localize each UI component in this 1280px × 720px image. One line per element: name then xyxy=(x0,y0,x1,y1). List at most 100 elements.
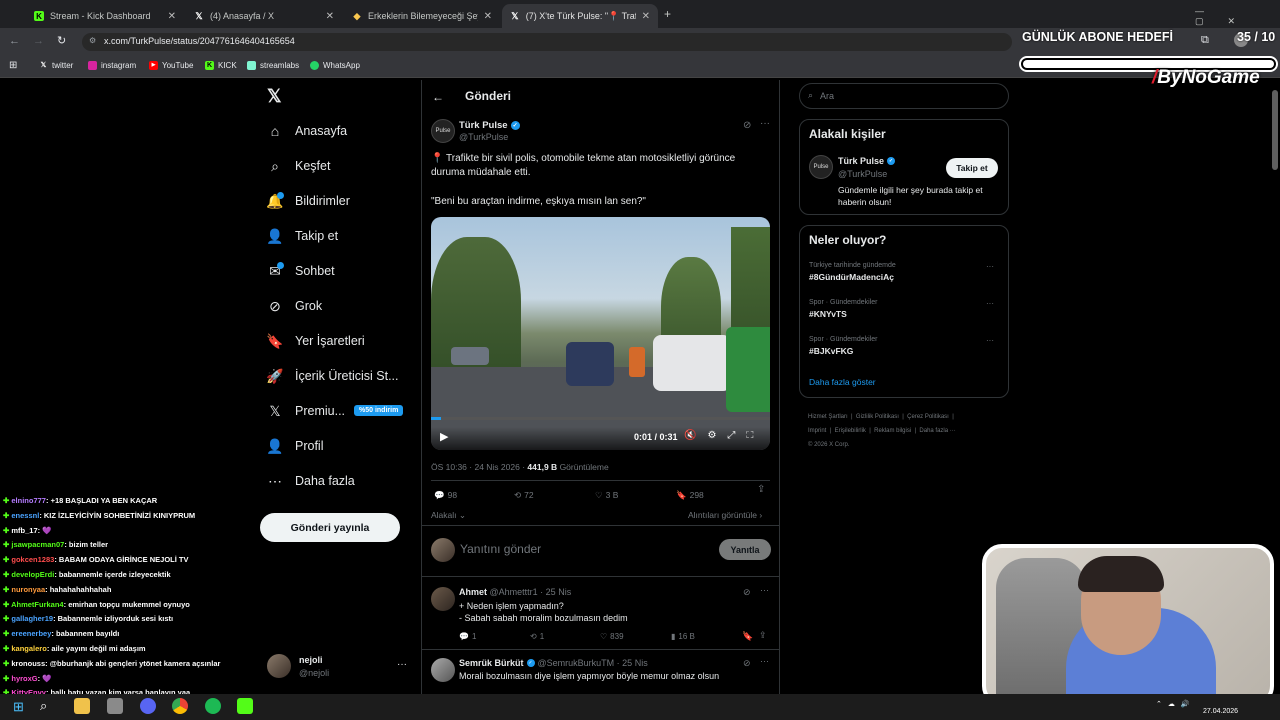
reply-avatar[interactable] xyxy=(431,587,455,611)
chat-username[interactable]: gokcen1283 xyxy=(11,555,54,564)
trend-item[interactable]: Türkiye tarihinde gündemde #8GündürMaden… xyxy=(809,262,999,282)
reload-icon[interactable]: ↻ xyxy=(57,34,66,47)
back-icon[interactable]: ← xyxy=(9,35,20,47)
play-icon[interactable]: ▶ xyxy=(440,430,448,443)
close-icon[interactable]: ✕ xyxy=(168,11,176,22)
x-logo-icon[interactable]: 𝕏 xyxy=(267,86,282,107)
window-controls[interactable]: —▢✕ xyxy=(1195,6,1280,27)
share-icon[interactable]: ⇪ xyxy=(759,630,767,641)
reply-input[interactable]: Yanıtını gönder xyxy=(460,542,541,556)
author-name[interactable]: Türk Pulse ✓ xyxy=(459,120,520,131)
sidebar-item-search[interactable]: ⌕ Keşfet xyxy=(267,158,330,174)
more-options-icon[interactable]: ··· xyxy=(986,336,994,345)
chat-username[interactable]: jsawpacman07 xyxy=(11,540,64,549)
grok-icon[interactable]: ⊘ xyxy=(743,120,751,131)
back-arrow-icon[interactable]: ← xyxy=(432,90,444,104)
chat-username[interactable]: AhmetFurkan4 xyxy=(11,600,64,609)
video-control-icons[interactable]: 🔇⚙⤢⛶ xyxy=(684,430,764,441)
chat-username[interactable]: kronouss xyxy=(11,659,45,668)
sidebar-item-user[interactable]: 👤 Profil xyxy=(266,438,323,454)
close-icon[interactable]: ✕ xyxy=(326,11,334,22)
more-options-icon[interactable]: ··· xyxy=(760,118,770,129)
show-more-link[interactable]: Daha fazla göster xyxy=(809,377,876,387)
video-scrubber[interactable] xyxy=(431,417,770,420)
apps-grid-icon[interactable]: ⊞ xyxy=(9,60,17,71)
sidebar-item-more[interactable]: ⋯ Daha fazla xyxy=(267,473,355,489)
grok-icon[interactable]: ⊘ xyxy=(743,658,751,669)
chat-username[interactable]: mfb_17 xyxy=(11,526,37,535)
bookmark-whatsapp[interactable]: WhatsApp xyxy=(310,61,360,70)
video-player[interactable]: ▶ 0:01 / 0:31 🔇⚙⤢⛶ xyxy=(431,217,770,450)
related-name[interactable]: Türk Pulse ✓ xyxy=(838,156,896,166)
app-icon[interactable] xyxy=(107,698,123,714)
sidebar-item-x-logo[interactable]: 𝕏 Premiu... xyxy=(267,403,345,419)
scrollbar[interactable] xyxy=(1272,90,1278,170)
bookmark-streamlabs[interactable]: streamlabs xyxy=(247,61,299,70)
reply-button[interactable]: Yanıtla xyxy=(719,539,771,560)
view-quotes-link[interactable]: Alıntıları görüntüle › xyxy=(688,510,762,520)
more-options-icon[interactable]: ··· xyxy=(760,656,769,666)
new-tab-button[interactable]: + xyxy=(664,7,671,21)
windows-start-icon[interactable]: ⊞ xyxy=(13,699,24,715)
trend-item[interactable]: Spor · Gündemdekiler #KNYvTS ··· xyxy=(809,299,999,319)
chat-username[interactable]: enessnl xyxy=(11,511,39,520)
url-bar[interactable]: ⚙ x.com/TurkPulse/status/204776164640416… xyxy=(82,33,1012,51)
relevant-sort-button[interactable]: Alakalı ⌄ xyxy=(431,510,466,521)
kick-app-icon[interactable] xyxy=(237,698,253,714)
chat-username[interactable]: gallagher19 xyxy=(11,614,53,623)
search-icon[interactable]: ⌕ xyxy=(40,698,47,714)
chat-username[interactable]: ereenerbey xyxy=(11,629,51,638)
reply-reposts-button[interactable]: ⟲ 1 xyxy=(530,632,544,641)
account-menu-icon[interactable]: ··· xyxy=(397,659,407,670)
chrome-icon[interactable] xyxy=(172,698,188,714)
bookmark-count-button[interactable]: 🔖 298 xyxy=(676,490,704,501)
file-explorer-icon[interactable] xyxy=(74,698,90,714)
like-count-button[interactable]: ♡ 3 B xyxy=(595,490,618,501)
bookmark-instagram[interactable]: instagram xyxy=(88,61,136,70)
close-icon[interactable]: ✕ xyxy=(484,11,492,22)
reply-count-button[interactable]: 💬 98 xyxy=(434,490,457,501)
trend-item[interactable]: Spor · Gündemdekiler #BJKvFKG ··· xyxy=(809,336,999,356)
more-options-icon[interactable]: ··· xyxy=(986,262,994,271)
bookmark-icon[interactable]: 🔖 xyxy=(742,631,753,642)
tab-turk-pulse[interactable]: 𝕏 (7) X'te Türk Pulse: "📍 Trafikte b ✕ xyxy=(502,4,658,28)
extensions-icon[interactable]: ⧉ xyxy=(1201,34,1209,47)
search-input[interactable]: ⌕ Ara xyxy=(799,83,1009,109)
more-options-icon[interactable]: ··· xyxy=(986,299,994,308)
grok-icon[interactable]: ⊘ xyxy=(743,587,751,598)
spotify-icon[interactable] xyxy=(205,698,221,714)
bookmark-kick[interactable]: K KICK xyxy=(205,61,237,70)
chat-username[interactable]: hyroxG xyxy=(11,674,37,683)
account-avatar[interactable] xyxy=(267,654,291,678)
chat-username[interactable]: nuronyaa xyxy=(11,585,45,594)
system-tray-icons[interactable]: ⌃☁🔊 xyxy=(1156,700,1196,708)
site-info-icon[interactable]: ⚙ xyxy=(89,36,96,45)
discord-icon[interactable] xyxy=(140,698,156,714)
chat-username[interactable]: kangalero xyxy=(11,644,46,653)
bookmark-youtube[interactable]: ▶ YouTube xyxy=(149,61,193,70)
share-icon[interactable]: ⇪ xyxy=(757,484,765,495)
sidebar-item-grok[interactable]: ⊘ Grok xyxy=(267,298,322,314)
author-avatar[interactable]: Pulse xyxy=(431,119,455,143)
sidebar-item-bookmark[interactable]: 🔖 Yer İşaretleri xyxy=(266,333,364,349)
close-icon[interactable]: ✕ xyxy=(642,11,650,22)
chat-username[interactable]: developErdi xyxy=(11,570,54,579)
reply-replies-button[interactable]: 💬 1 xyxy=(459,632,476,641)
reply-likes-button[interactable]: ♡ 839 xyxy=(600,632,624,641)
reply-views-button[interactable]: ▮ 16 B xyxy=(671,632,695,641)
chat-username[interactable]: elnino777 xyxy=(11,496,46,505)
sidebar-item-follow[interactable]: 👤 Takip et xyxy=(266,228,338,244)
bookmark-twitter[interactable]: 𝕏twitter xyxy=(39,61,74,70)
repost-count-button[interactable]: ⟲ 72 xyxy=(514,490,534,501)
reply-avatar[interactable] xyxy=(431,658,455,682)
follow-button[interactable]: Takip et xyxy=(946,158,998,178)
related-avatar[interactable]: Pulse xyxy=(809,155,833,179)
sidebar-item-home[interactable]: ⌂ Anasayfa xyxy=(267,123,347,139)
sidebar-item-rocket[interactable]: 🚀 İçerik Üreticisi St... xyxy=(266,368,398,384)
tab-kick-dashboard[interactable]: K Stream - Kick Dashboard ✕ xyxy=(26,4,184,28)
tab-x-home[interactable]: 𝕏 (4) Anasayfa / X ✕ xyxy=(186,4,342,28)
tab-article[interactable]: ◆ Erkeklerin Bilemeyeceği Şeyler ✕ xyxy=(344,4,500,28)
post-button[interactable]: Gönderi yayınla xyxy=(260,513,400,542)
forward-icon[interactable]: → xyxy=(33,35,44,47)
more-options-icon[interactable]: ··· xyxy=(760,585,769,595)
